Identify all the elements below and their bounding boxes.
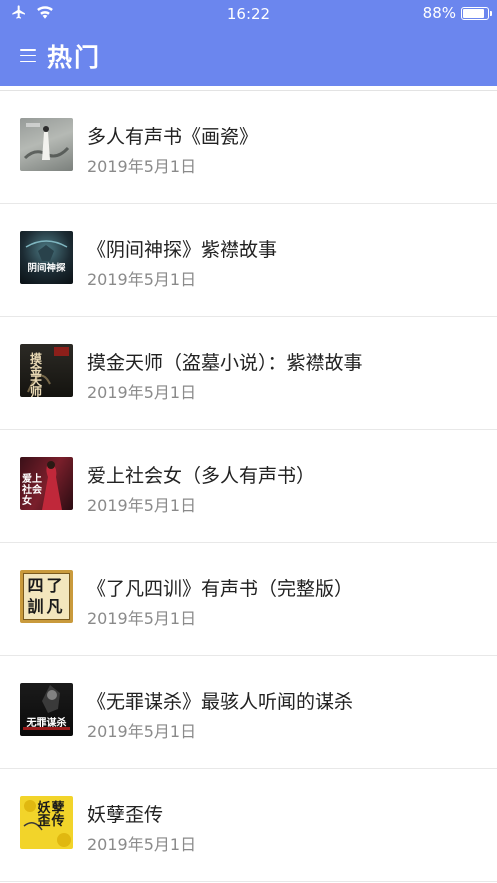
battery-icon <box>461 6 492 20</box>
item-date: 2019年5月1日 <box>87 835 197 854</box>
book-cover: 爱上社会女 <box>20 457 73 510</box>
list-item[interactable]: 爱上社会女 爱上社会女（多人有声书） 2019年5月1日 <box>0 430 497 543</box>
list-item[interactable]: 阴间神探 《阴间神探》紫襟故事 2019年5月1日 <box>0 204 497 317</box>
item-date: 2019年5月1日 <box>87 157 197 176</box>
cover-title: 无罪谋杀 <box>26 718 67 729</box>
book-cover <box>20 118 73 171</box>
item-title: 爱上社会女（多人有声书） <box>87 465 316 487</box>
book-cover: 妖孽歪传 <box>20 796 73 849</box>
item-title: 摸金天师（盗墓小说）：紫襟故事 <box>87 352 363 374</box>
item-title: 《无罪谋杀》最骇人听闻的谋杀 <box>87 691 354 713</box>
battery-level <box>463 8 485 18</box>
menu-icon[interactable] <box>20 49 36 63</box>
cover-title: 摸金天师 <box>29 352 42 397</box>
list-item[interactable]: 多人有声书《画瓷》 2019年5月1日 <box>0 91 497 204</box>
book-list: 多人有声书《画瓷》 2019年5月1日 阴间神探 《阴间神探》紫襟故事 2019… <box>0 86 497 882</box>
item-date: 2019年5月1日 <box>87 722 197 741</box>
cover-title: 妖孽歪传 <box>37 801 66 829</box>
battery-percent: 88% <box>422 4 456 22</box>
list-item[interactable]: 妖孽歪传 妖孽歪传 2019年5月1日 <box>0 769 497 882</box>
book-cover: 阴间神探 <box>20 231 73 284</box>
book-cover: 摸金天师 <box>20 344 73 397</box>
item-title: 《了凡四训》有声书（完整版） <box>87 578 354 600</box>
item-date: 2019年5月1日 <box>87 270 197 289</box>
book-cover: 无罪谋杀 <box>20 683 73 736</box>
item-date: 2019年5月1日 <box>87 496 197 515</box>
item-title: 妖孽歪传 <box>87 804 164 826</box>
status-bar: 16:22 88% <box>0 0 497 28</box>
nav-row: 热门 <box>0 36 497 76</box>
item-title: 多人有声书《画瓷》 <box>87 126 259 148</box>
cover-title: 四了訓凡 <box>27 576 66 616</box>
item-date: 2019年5月1日 <box>87 383 197 402</box>
status-right: 88% <box>422 4 492 22</box>
list-item[interactable]: 无罪谋杀 《无罪谋杀》最骇人听闻的谋杀 2019年5月1日 <box>0 656 497 769</box>
item-date: 2019年5月1日 <box>87 609 197 628</box>
list-item[interactable]: 摸金天师 摸金天师（盗墓小说）：紫襟故事 2019年5月1日 <box>0 317 497 430</box>
book-cover: 四了訓凡 <box>20 570 73 623</box>
page-title: 热门 <box>47 43 102 72</box>
item-title: 《阴间神探》紫襟故事 <box>87 239 278 261</box>
cover-title: 阴间神探 <box>27 263 66 274</box>
cover-title: 爱上社会女 <box>22 474 42 507</box>
app-header: 16:22 88% 热门 <box>0 0 497 86</box>
list-item[interactable]: 四了訓凡 《了凡四训》有声书（完整版） 2019年5月1日 <box>0 543 497 656</box>
